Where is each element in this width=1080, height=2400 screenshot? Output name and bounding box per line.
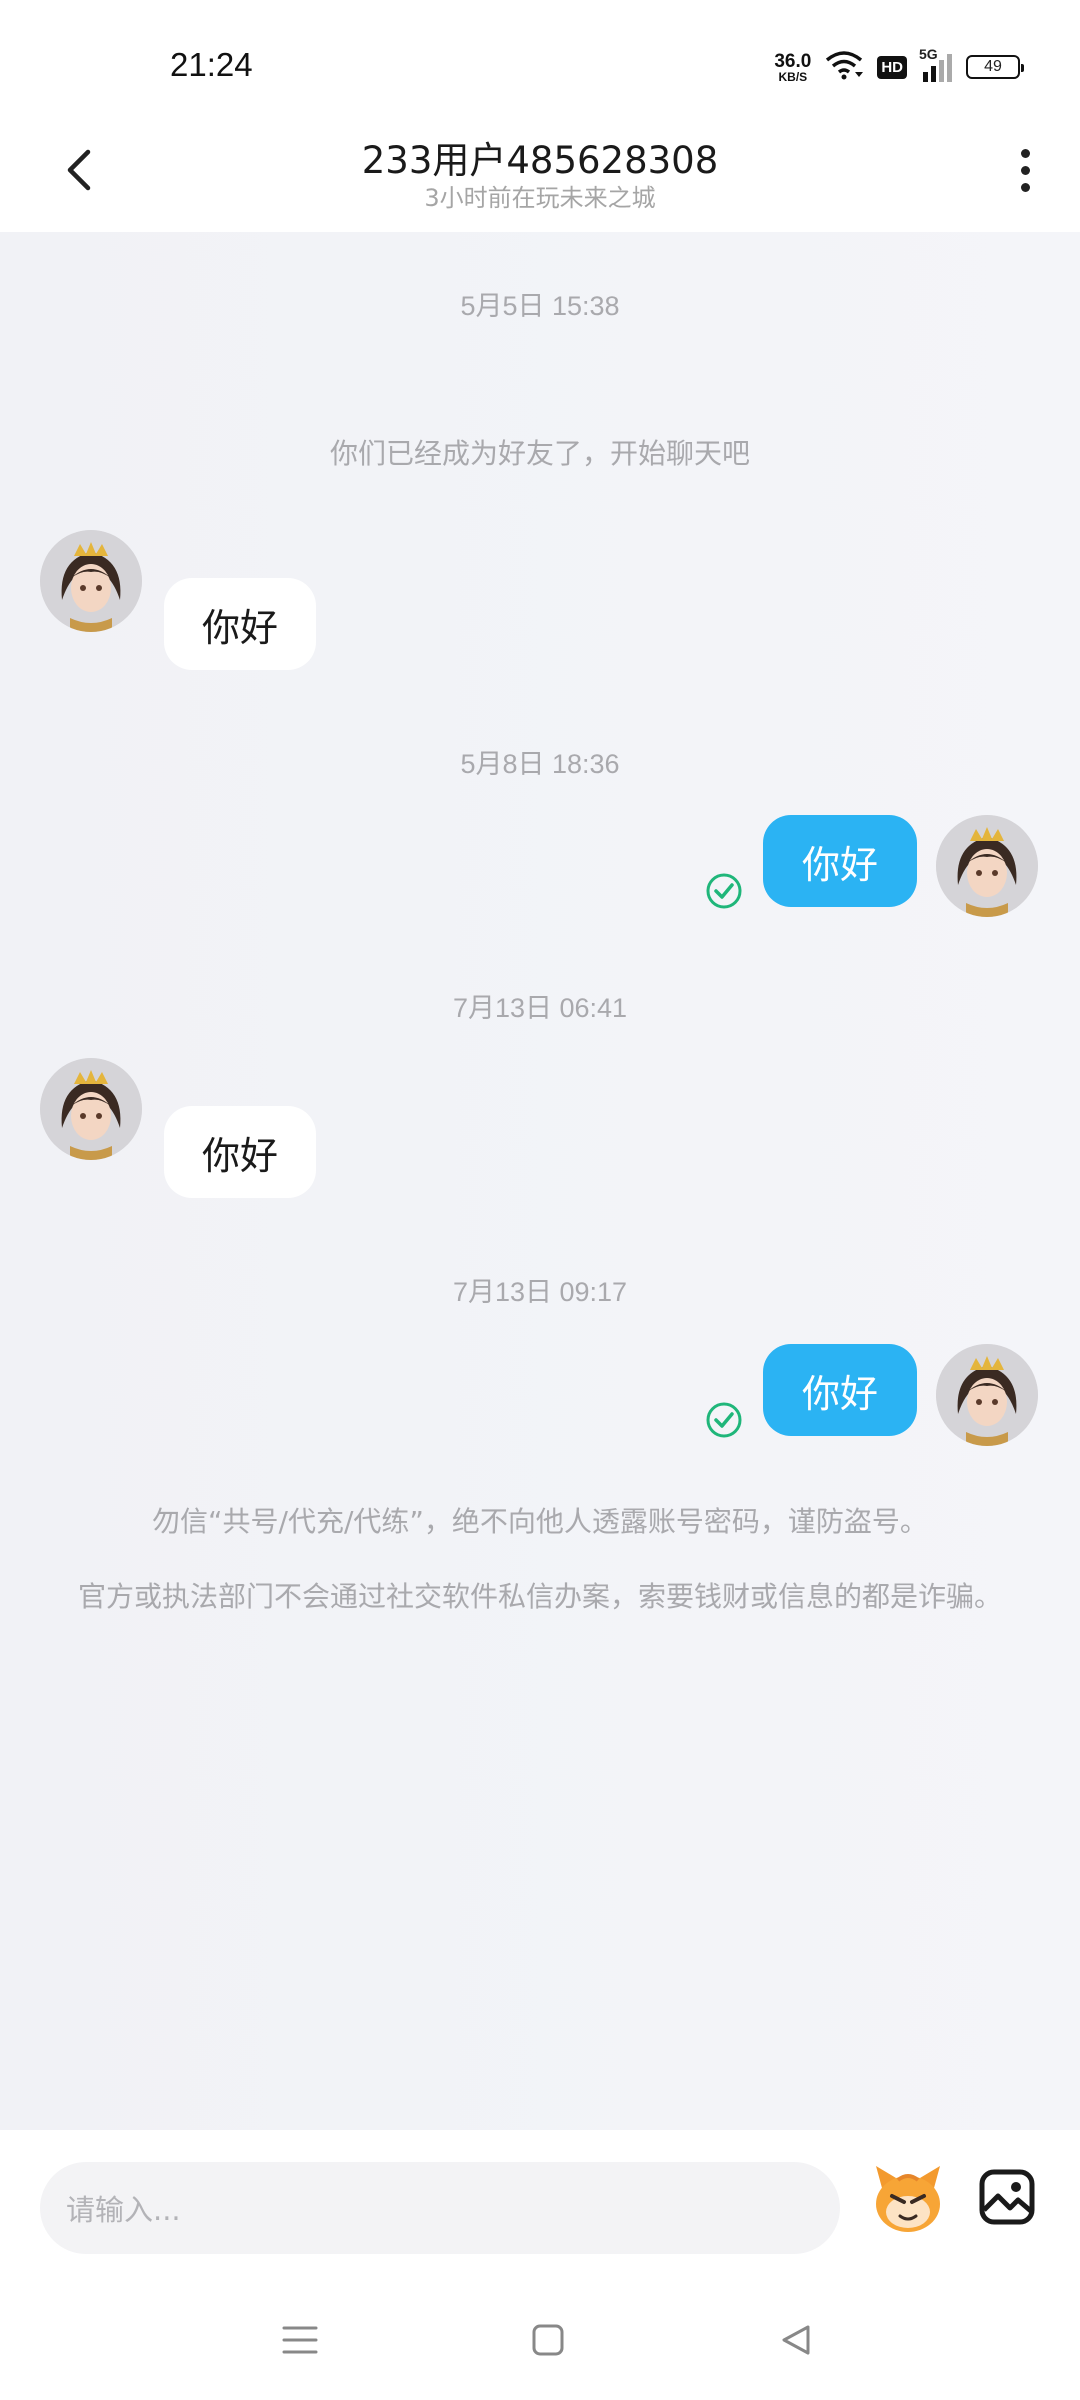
read-check-icon <box>706 1402 742 1438</box>
battery-level: 49 <box>984 58 1002 75</box>
home-button[interactable] <box>518 2310 578 2370</box>
timestamp: 5月5日 15:38 <box>460 291 620 321</box>
message-input[interactable]: 请输入... <box>40 2162 840 2254</box>
more-vertical-icon <box>1020 148 1030 158</box>
timestamp: 7月13日 09:17 <box>452 1277 628 1307</box>
system-nav-bar <box>0 2280 1080 2400</box>
incoming-message-bubble[interactable]: 你好 <box>164 1106 316 1198</box>
chat-header: 233用户485628308 3小时前在玩未来之城 <box>0 120 1080 232</box>
network-speed: 36.0 KB/S <box>774 52 811 83</box>
more-options-button[interactable] <box>1000 140 1050 200</box>
my-avatar[interactable] <box>936 1344 1038 1446</box>
status-icons: 36.0 KB/S HD 5G 49 <box>774 46 1024 84</box>
contact-avatar[interactable] <box>40 530 142 632</box>
system-back-button[interactable] <box>766 2310 826 2370</box>
recent-apps-button[interactable] <box>270 2310 330 2370</box>
home-square-icon <box>532 2324 564 2356</box>
image-button[interactable] <box>978 2168 1036 2226</box>
outgoing-message-bubble[interactable]: 你好 <box>763 815 917 907</box>
battery-icon: 49 <box>966 55 1024 79</box>
hd-badge: HD <box>877 55 907 79</box>
contact-status: 3小时前在玩未来之城 <box>424 184 656 212</box>
wifi-icon <box>825 50 864 84</box>
network-type-label: 5G <box>919 46 938 62</box>
timestamp: 7月13日 06:41 <box>452 993 628 1023</box>
network-speed-value: 36.0 <box>774 50 812 72</box>
timestamp: 5月8日 18:36 <box>460 749 620 779</box>
emoji-mascot-icon <box>876 2166 940 2232</box>
emoji-button[interactable] <box>868 2158 948 2238</box>
incoming-message-bubble[interactable]: 你好 <box>164 578 316 670</box>
contact-avatar[interactable] <box>40 1058 142 1160</box>
system-message: 你们已经成为好友了，开始聊天吧 <box>329 437 750 470</box>
chat-area[interactable]: 5月5日 15:38 你们已经成为好友了，开始聊天吧 你好 5月8日 18:36… <box>0 232 1080 2130</box>
read-check-icon <box>706 873 742 909</box>
signal-icon: 5G <box>919 46 952 82</box>
security-warning: 勿信“共号/代充/代练”，绝不向他人透露账号密码，谨防盗号。 <box>152 1505 928 1538</box>
image-icon <box>979 2169 1035 2225</box>
fraud-warning: 官方或执法部门不会通过社交软件私信办案，索要钱财或信息的都是诈骗。 <box>77 1580 1002 1613</box>
contact-name: 233用户485628308 <box>361 139 719 182</box>
outgoing-message-bubble[interactable]: 你好 <box>763 1344 917 1436</box>
menu-icon <box>282 2326 318 2354</box>
my-avatar[interactable] <box>936 815 1038 917</box>
network-speed-unit: KB/S <box>778 69 808 84</box>
status-time: 21:24 <box>170 46 253 83</box>
input-bar: 请输入... <box>0 2130 1080 2280</box>
status-bar: 21:24 36.0 KB/S HD 5G 49 <box>0 0 1080 120</box>
back-triangle-icon <box>782 2325 810 2355</box>
